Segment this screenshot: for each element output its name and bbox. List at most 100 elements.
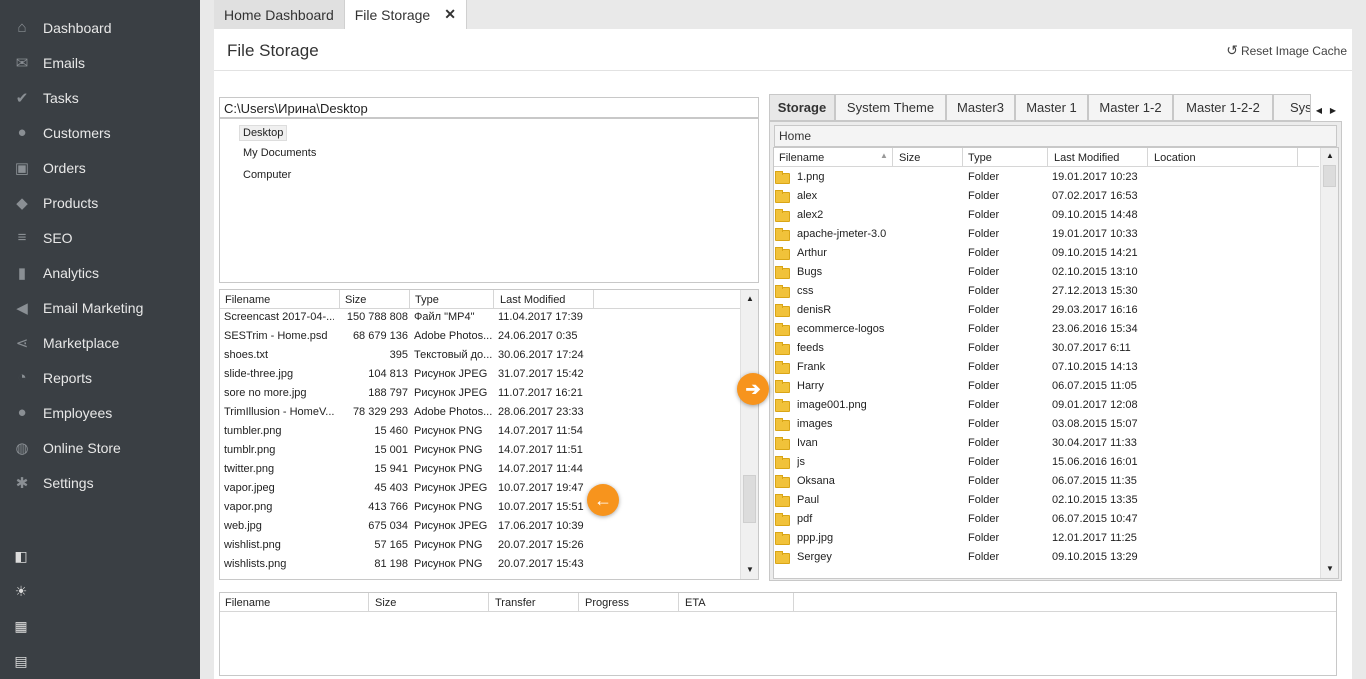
sidebar-item-reports[interactable]: ◔ Reports <box>0 360 200 395</box>
col-last-modified[interactable]: Last Modified <box>1054 152 1119 164</box>
cell-filename: ecommerce-logos <box>797 323 885 335</box>
cell-type: Folder <box>968 475 1000 487</box>
download-button[interactable]: ← <box>587 484 619 516</box>
table-row[interactable]: 1.png Folder 19.01.2017 10:23 <box>774 168 1319 187</box>
sidebar-item-emails[interactable]: ✉ Emails <box>0 45 200 80</box>
table-row[interactable]: tumblr.png 15 001 Рисунок PNG 14.07.2017 11… <box>220 441 740 460</box>
sidebar-item-customers[interactable]: ● Customers <box>0 115 200 150</box>
table-row[interactable]: Paul Folder 02.10.2015 13:35 <box>774 491 1319 510</box>
tabs-next-icon[interactable]: ▶ <box>1326 104 1340 118</box>
table-row[interactable]: ppp.jpg Folder 12.01.2017 11:25 <box>774 529 1319 548</box>
local-scrollbar[interactable]: ▲ ▼ <box>740 290 758 579</box>
upload-button[interactable]: ➔ <box>737 373 769 405</box>
table-row[interactable]: tumbler.png 15 460 Рисунок PNG 14.07.2017 1… <box>220 422 740 441</box>
table-row[interactable]: denisR Folder 29.03.2017 16:16 <box>774 301 1319 320</box>
tab-master-1-2[interactable]: Master 1-2 <box>1088 94 1173 121</box>
table-row[interactable]: Harry Folder 06.07.2015 11:05 <box>774 377 1319 396</box>
table-row[interactable]: slide-three.jpg 104 813 Рисунок JPEG 31.07.… <box>220 365 740 384</box>
table-row[interactable]: wishlists.png 81 198 Рисунок PNG 20.07.2017… <box>220 555 740 574</box>
col-last-modified[interactable]: Last Modified <box>500 294 565 306</box>
table-row[interactable]: pdf Folder 06.07.2015 10:47 <box>774 510 1319 529</box>
tab-storage[interactable]: Storage <box>769 94 835 121</box>
table-row[interactable]: TrimIllusion - HomeV... 78 329 293 Adobe P… <box>220 403 740 422</box>
table-row[interactable]: shoes.txt 395 Текстовый до... 30.06.2017 17… <box>220 346 740 365</box>
sidebar-item-email-marketing[interactable]: ◀ Email Marketing <box>0 290 200 325</box>
sidebar-item-tasks[interactable]: ✔ Tasks <box>0 80 200 115</box>
col-size[interactable]: Size <box>345 294 366 306</box>
remote-scrollbar[interactable]: ▲ ▼ <box>1320 148 1338 578</box>
scroll-up-icon[interactable]: ▲ <box>1323 149 1337 163</box>
table-row[interactable]: apache-jmeter-3.0 Folder 19.01.2017 10:33 <box>774 225 1319 244</box>
table-row[interactable]: SESTrim - Home.psd 68 679 136 Adobe Photos… <box>220 327 740 346</box>
table-row[interactable]: vapor.png 413 766 Рисунок PNG 10.07.2017 15… <box>220 498 740 517</box>
table-row[interactable]: Frank Folder 07.10.2015 14:13 <box>774 358 1319 377</box>
close-icon[interactable]: ✕ <box>444 6 456 23</box>
sidebar-item-marketplace[interactable]: ⋖ Marketplace <box>0 325 200 360</box>
tree-item[interactable]: Computer <box>243 169 291 181</box>
table-row[interactable]: js Folder 15.06.2016 16:01 <box>774 453 1319 472</box>
sidebar-item-online-store[interactable]: ◍ Online Store <box>0 430 200 465</box>
col-size[interactable]: Size <box>375 597 396 609</box>
table-row[interactable]: alex Folder 07.02.2017 16:53 <box>774 187 1319 206</box>
table-row[interactable]: Ivan Folder 30.04.2017 11:33 <box>774 434 1319 453</box>
col-filename[interactable]: Filename <box>225 294 270 306</box>
calculator-icon[interactable]: ▦ <box>11 618 31 638</box>
sidebar-item-products[interactable]: ◆ Products <box>0 185 200 220</box>
sidebar-item-label: Dashboard <box>43 19 112 36</box>
breadcrumb[interactable]: Home <box>774 125 1337 147</box>
tab-master-1-2-2[interactable]: Master 1-2-2 <box>1173 94 1273 121</box>
table-row[interactable]: sore no more.jpg 188 797 Рисунок JPEG 11.07… <box>220 384 740 403</box>
tab-home-dashboard[interactable]: Home Dashboard <box>214 0 345 29</box>
layout-icon[interactable]: ◧ <box>11 548 31 568</box>
sidebar-item-orders[interactable]: ▣ Orders <box>0 150 200 185</box>
col-type[interactable]: Type <box>415 294 439 306</box>
col-filename[interactable]: Filename <box>779 152 824 164</box>
tree-item[interactable]: Desktop <box>239 125 288 141</box>
local-path-field[interactable]: C:\Users\Ирина\Desktop <box>219 97 759 118</box>
sidebar-item-analytics[interactable]: ▮ Analytics <box>0 255 200 290</box>
lightbulb-icon[interactable]: ☀ <box>11 583 31 603</box>
tab-sys[interactable]: Sys <box>1273 94 1311 121</box>
sidebar-item-seo[interactable]: ≡ SEO <box>0 220 200 255</box>
scroll-up-icon[interactable]: ▲ <box>743 292 757 306</box>
col-filename[interactable]: Filename <box>225 597 270 609</box>
table-row[interactable]: twitter.png 15 941 Рисунок PNG 14.07.2017 1… <box>220 460 740 479</box>
scroll-thumb[interactable] <box>743 475 756 523</box>
scroll-down-icon[interactable]: ▼ <box>1323 562 1337 576</box>
table-row[interactable]: wishlist.png 57 165 Рисунок PNG 20.07.2017 … <box>220 536 740 555</box>
col-eta[interactable]: ETA <box>685 597 706 609</box>
table-row[interactable]: vapor.jpeg 45 403 Рисунок JPEG 10.07.2017 1… <box>220 479 740 498</box>
table-row[interactable]: Sergey Folder 09.10.2015 13:29 <box>774 548 1319 567</box>
table-row[interactable]: ecommerce-logos Folder 23.06.2016 15:34 <box>774 320 1319 339</box>
table-row[interactable]: Arthur Folder 09.10.2015 14:21 <box>774 244 1319 263</box>
reset-image-cache-button[interactable]: ↺ Reset Image Cache <box>1226 42 1347 59</box>
col-transfer[interactable]: Transfer <box>495 597 536 609</box>
tab-master-1[interactable]: Master 1 <box>1015 94 1088 121</box>
col-size[interactable]: Size <box>899 152 920 164</box>
col-location[interactable]: Location <box>1154 152 1196 164</box>
table-row[interactable]: web.jpg 675 034 Рисунок JPEG 17.06.2017 10:… <box>220 517 740 536</box>
sidebar-item-settings[interactable]: ✱ Settings <box>0 465 200 500</box>
col-progress[interactable]: Progress <box>585 597 629 609</box>
tab-master3[interactable]: Master3 <box>946 94 1015 121</box>
tree-item[interactable]: My Documents <box>243 147 316 159</box>
calendar-icon[interactable]: ▤ <box>11 653 31 673</box>
scroll-down-icon[interactable]: ▼ <box>743 563 757 577</box>
tab-file-storage[interactable]: File Storage ✕ <box>344 0 467 29</box>
col-type[interactable]: Type <box>968 152 992 164</box>
table-row[interactable]: Oksana Folder 06.07.2015 11:35 <box>774 472 1319 491</box>
tabs-prev-icon[interactable]: ◀ <box>1312 104 1326 118</box>
table-row[interactable]: alex2 Folder 09.10.2015 14:48 <box>774 206 1319 225</box>
table-row[interactable]: images Folder 03.08.2015 15:07 <box>774 415 1319 434</box>
table-row[interactable]: css Folder 27.12.2013 15:30 <box>774 282 1319 301</box>
tab-system-theme[interactable]: System Theme <box>835 94 946 121</box>
table-row[interactable]: feeds Folder 30.07.2017 6:11 <box>774 339 1319 358</box>
sidebar-item-dashboard[interactable]: ⌂ Dashboard <box>0 10 200 45</box>
table-row[interactable]: Bugs Folder 02.10.2015 13:10 <box>774 263 1319 282</box>
sidebar-item-employees[interactable]: ● Employees <box>0 395 200 430</box>
table-row[interactable]: image001.png Folder 09.01.2017 12:08 <box>774 396 1319 415</box>
cell-modified: 23.06.2016 15:34 <box>1052 323 1138 335</box>
table-row[interactable]: Screencast 2017-04-... 150 788 808 Файл "M… <box>220 308 740 327</box>
scroll-thumb[interactable] <box>1323 165 1336 187</box>
cell-filename: tumbler.png <box>224 425 282 437</box>
